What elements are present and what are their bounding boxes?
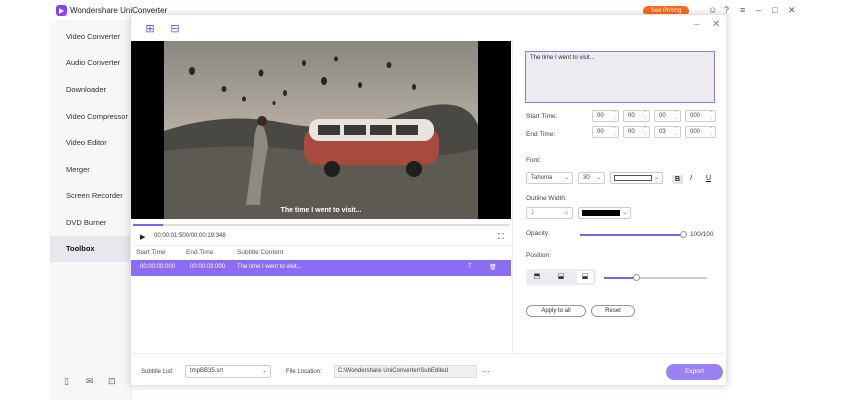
row-content: The time I went to visit... [237, 264, 302, 270]
add-subtitle-icon[interactable]: ⊞ [143, 22, 157, 36]
outline-width-label: Outline Width: [526, 195, 567, 202]
sidebar-item-video-editor[interactable]: Video Editor [50, 130, 132, 156]
footer-divider [131, 353, 728, 354]
apply-to-all-button[interactable]: Apply to all [526, 305, 586, 317]
outline-color-swatch [582, 210, 620, 216]
position-label: Position: [526, 252, 551, 259]
subtitle-table-header: Start Time End Time Subtitle Content [131, 245, 511, 259]
menu-icon[interactable]: ≡ [740, 5, 745, 15]
opacity-slider[interactable] [580, 231, 687, 238]
play-icon[interactable]: ▶ [140, 233, 145, 241]
subtitle-list-select[interactable]: tmpBB35.srt ⌄ [185, 365, 271, 378]
sidebar-item-video-converter[interactable]: Video Converter [50, 24, 132, 50]
subtitle-editor-dialog: ⊞ ⊟ – ✕ The time I went to visit... ▶ 00… [130, 14, 728, 386]
subtitle-list-value: tmpBB35.srt [190, 368, 224, 374]
end-time-seconds[interactable]: 03 [654, 126, 681, 138]
font-family-select[interactable]: Tahoma ⌄ [526, 172, 573, 184]
chevron-down-icon: ⌄ [595, 175, 601, 181]
opacity-slider-knob[interactable] [680, 231, 687, 238]
fullscreen-icon[interactable]: ⛶ [498, 232, 504, 242]
import-subtitle-icon[interactable]: ⊟ [168, 22, 182, 36]
chevron-down-icon: ⌄ [563, 210, 569, 216]
position-offset-fill [604, 277, 636, 279]
chevron-down-icon: ⌄ [563, 175, 569, 181]
file-location-label: File Location: [286, 369, 322, 375]
sidebar-item-toolbox[interactable]: Toolbox [50, 236, 132, 262]
chevron-down-icon: ⌄ [621, 210, 627, 216]
outline-width-value: 1 [531, 210, 535, 216]
subtitle-list-label: Subtitle List: [141, 369, 174, 375]
opacity-label: Opacity: [526, 230, 550, 237]
playback-timecode: 00:00:01:500/00:00:19:348 [154, 233, 226, 239]
font-color-swatch [614, 175, 652, 181]
row-start-time: 00:00:00:000 [140, 264, 176, 270]
start-time-milliseconds[interactable]: 000 [685, 110, 716, 122]
text-style-icon[interactable]: T [468, 264, 472, 270]
video-preview[interactable]: The time I went to visit... [131, 41, 511, 219]
table-row[interactable]: 00:00:00:000 00:00:03:000 The time I wen… [131, 260, 511, 276]
chevron-down-icon: ⌄ [261, 368, 267, 374]
file-location-field[interactable]: C:\Wondershare UniConverter\SubEdited [334, 365, 477, 378]
position-middle-icon[interactable]: ⬓ [553, 271, 569, 283]
video-frame-image [164, 41, 478, 219]
font-label: Font: [526, 157, 541, 164]
underline-button[interactable]: U [706, 175, 711, 182]
row-end-time: 00:00:03:000 [190, 264, 226, 270]
sidebar-item-downloader[interactable]: Downloader [50, 77, 132, 103]
outline-color-select[interactable]: ⌄ [578, 207, 631, 219]
sidebar-item-audio-converter[interactable]: Audio Converter [50, 50, 132, 76]
playback-progress-bar[interactable] [133, 224, 509, 226]
font-size-select[interactable]: 30 ⌄ [578, 172, 605, 184]
panel-divider [512, 41, 513, 353]
position-offset-knob[interactable] [633, 274, 640, 281]
column-subtitle-content: Subtitle Content [237, 249, 284, 256]
font-size-value: 30 [583, 175, 590, 181]
start-time-label: Start Time: [526, 113, 558, 120]
start-time-hours[interactable]: 00 [592, 110, 619, 122]
sidebar-item-screen-recorder[interactable]: Screen Recorder [50, 183, 132, 209]
minimize-dialog-icon[interactable]: – [694, 19, 700, 30]
export-button[interactable]: Export [666, 364, 723, 380]
outline-width-select[interactable]: 1 ⌄ [526, 207, 573, 219]
start-time-minutes[interactable]: 00 [623, 110, 650, 122]
opacity-value: 100/100 [690, 231, 714, 238]
sidebar-item-merger[interactable]: Merger [50, 157, 132, 183]
user-feedback-icon[interactable]: ⊡ [108, 376, 116, 387]
column-end-time: End Time [186, 249, 214, 256]
maximize-icon[interactable]: □ [772, 5, 777, 15]
uniconverter-logo-icon [56, 5, 67, 16]
playback-progress-fill [133, 224, 164, 226]
bold-button[interactable]: B [672, 175, 684, 184]
browse-more-button[interactable]: ··· [482, 367, 490, 376]
italic-button[interactable]: I [690, 175, 692, 182]
mail-icon[interactable]: ✉ [86, 376, 94, 387]
sidebar-item-dvd-burner[interactable]: DVD Burner [50, 210, 132, 236]
delete-icon[interactable]: 🗑 [489, 264, 497, 271]
reset-button[interactable]: Reset [591, 305, 635, 317]
sidebar: Video Converter Audio Converter Download… [50, 20, 132, 400]
column-start-time: Start Time [136, 249, 166, 256]
minimize-icon[interactable]: – [756, 5, 761, 15]
video-subtitle-overlay: The time I went to visit... [280, 207, 362, 214]
close-dialog-icon[interactable]: ✕ [712, 19, 720, 30]
start-time-seconds[interactable]: 00 [654, 110, 681, 122]
end-time-hours[interactable]: 00 [592, 126, 619, 138]
sidebar-item-video-compressor[interactable]: Video Compressor [50, 104, 132, 130]
subtitle-text-input[interactable]: The time I went to visit... [525, 51, 715, 103]
font-color-select[interactable]: ⌄ [610, 172, 663, 184]
font-family-value: Tahoma [531, 175, 553, 181]
position-bottom-icon[interactable]: ⬓ [577, 271, 593, 283]
end-time-label: End Time: [526, 131, 556, 138]
position-top-icon[interactable]: ⬒ [529, 271, 545, 283]
end-time-minutes[interactable]: 00 [623, 126, 650, 138]
close-window-icon[interactable]: ✕ [788, 5, 796, 15]
chevron-down-icon: ⌄ [653, 175, 659, 181]
position-button-group: ⬒ ⬓ ⬓ [526, 269, 596, 285]
position-offset-slider[interactable] [604, 274, 707, 281]
book-icon[interactable]: ▯ [64, 376, 69, 387]
end-time-milliseconds[interactable]: 000 [685, 126, 716, 138]
opacity-slider-fill [580, 234, 684, 236]
